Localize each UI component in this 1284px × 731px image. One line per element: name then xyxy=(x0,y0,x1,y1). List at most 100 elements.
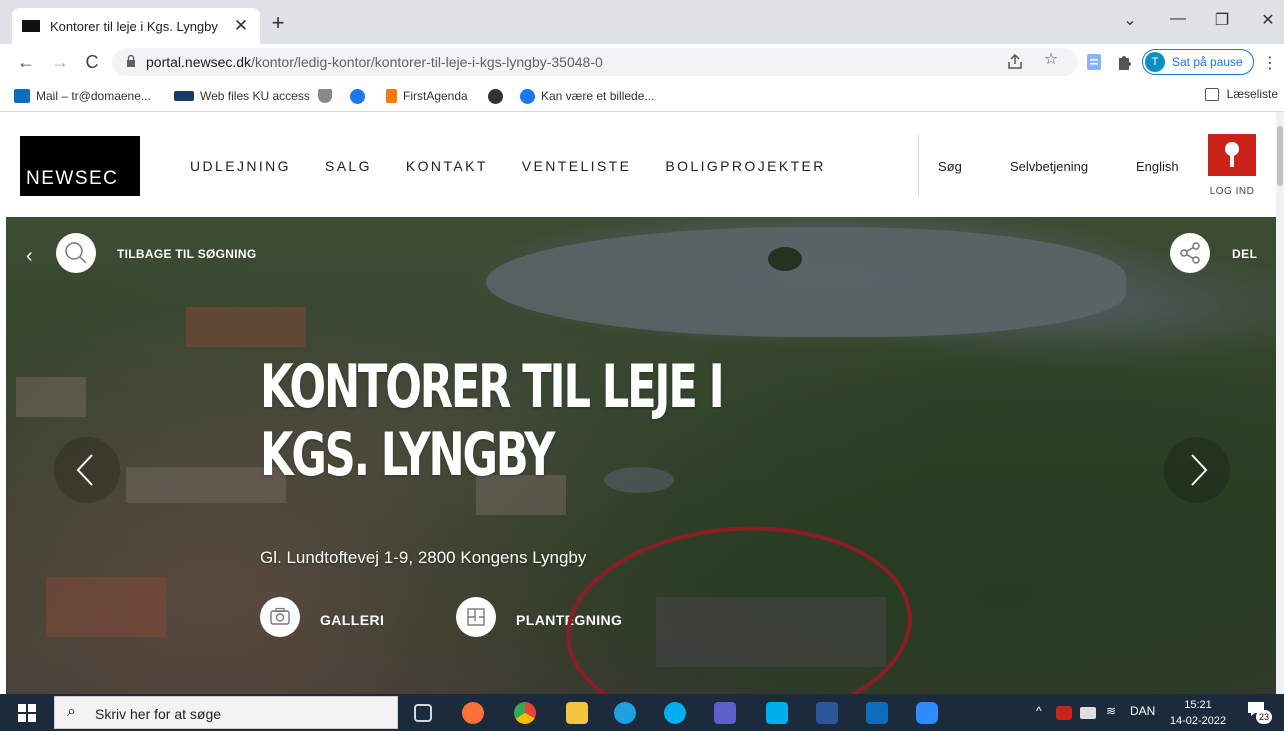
clock-date: 14-02-2022 xyxy=(1169,715,1227,727)
tab-search-chevron-icon[interactable]: ⌄ xyxy=(1118,10,1142,30)
tab-title: Kontorer til leje i Kgs. Lyngby xyxy=(50,18,218,34)
reading-list-button[interactable]: Læseliste xyxy=(1204,87,1278,101)
bookmark-firstagenda[interactable]: FirstAgenda xyxy=(386,87,468,105)
notification-center-button[interactable]: 23 xyxy=(1248,702,1272,724)
tray-app-icon[interactable] xyxy=(1056,706,1072,720)
facebook-icon xyxy=(520,88,535,104)
tab-close-icon[interactable]: ✕ xyxy=(232,16,250,36)
windows-start-icon[interactable] xyxy=(18,704,36,722)
taskbar-search-placeholder: Skriv her for at søge xyxy=(95,706,222,722)
floorplan-icon xyxy=(467,608,485,626)
task-view-icon[interactable] xyxy=(414,704,432,722)
firefox-icon[interactable] xyxy=(462,702,484,724)
ku-icon xyxy=(174,91,194,101)
battery-icon[interactable] xyxy=(1080,707,1096,719)
input-language[interactable]: DAN xyxy=(1130,704,1155,718)
nav-udlejning[interactable]: UDLEJNING xyxy=(190,158,291,174)
share-label[interactable]: DEL xyxy=(1232,247,1258,261)
newsec-favicon-icon xyxy=(22,20,40,32)
browser-tab[interactable]: Kontorer til leje i Kgs. Lyngby ✕ xyxy=(12,8,260,44)
share-button[interactable] xyxy=(1170,233,1210,273)
bookmark-github[interactable] xyxy=(488,87,509,105)
bookmark-mail[interactable]: Mail – tr@domaene... xyxy=(14,87,151,105)
lock-icon[interactable] xyxy=(126,54,136,68)
extensions-puzzle-icon[interactable] xyxy=(1116,53,1132,71)
window-close-button[interactable]: ✕ xyxy=(1256,10,1280,30)
document-extension-icon[interactable] xyxy=(1086,53,1102,71)
nav-kontakt[interactable]: KONTAKT xyxy=(406,158,488,174)
property-address: Gl. Lundtoftevej 1-9, 2800 Kongens Lyngb… xyxy=(260,548,587,567)
chevron-left-icon xyxy=(76,454,93,486)
header-divider xyxy=(918,134,919,196)
zoom-icon[interactable] xyxy=(916,702,938,724)
back-to-search-button[interactable] xyxy=(56,233,96,273)
back-to-search-label[interactable]: TILBAGE TIL SØGNING xyxy=(117,247,256,261)
bookmark-crest[interactable] xyxy=(318,87,338,105)
scrollbar-thumb[interactable] xyxy=(1277,126,1283,186)
bookmark-facebook[interactable] xyxy=(350,87,371,105)
nav-boligprojekter[interactable]: BOLIGPROJEKTER xyxy=(665,158,825,174)
notification-count-badge: 23 xyxy=(1256,710,1272,724)
site-header: NEWSEC UDLEJNING SALG KONTAKT VENTELISTE… xyxy=(0,112,1276,217)
system-clock[interactable]: 15:21 14-02-2022 xyxy=(1166,697,1230,729)
edge-icon[interactable] xyxy=(614,702,636,724)
bookmark-label: FirstAgenda xyxy=(403,89,468,103)
share-page-icon[interactable] xyxy=(1006,53,1024,71)
browser-menu-icon[interactable]: ⋮ xyxy=(1262,53,1278,73)
page-scrollbar[interactable] xyxy=(1276,112,1284,694)
skype-icon[interactable] xyxy=(664,702,686,724)
profile-button[interactable]: T Sat på pause xyxy=(1142,49,1254,75)
language-link[interactable]: English xyxy=(1136,159,1179,174)
url-path: /kontor/ledig-kontor/kontorer-til-leje-i… xyxy=(251,54,603,70)
bookmark-star-icon[interactable]: ☆ xyxy=(1040,49,1062,69)
tray-overflow-chevron-icon[interactable]: ^ xyxy=(1036,704,1042,718)
hero-image: ‹ TILBAGE TIL SØGNING DEL KONTORER TIL L… xyxy=(6,217,1276,694)
search-icon xyxy=(65,242,87,264)
taskbar-search-box[interactable]: ⌕ Skriv her for at søge xyxy=(54,696,398,729)
wifi-icon[interactable]: ≋ xyxy=(1106,704,1116,718)
nav-salg[interactable]: SALG xyxy=(325,158,372,174)
search-icon: ⌕ xyxy=(67,703,76,720)
windows-taskbar: ⌕ Skriv her for at søge ^ ≋ DAN 15:21 14… xyxy=(0,694,1284,731)
restore-button[interactable]: ❐ xyxy=(1210,10,1234,30)
gallery-label[interactable]: GALLERI xyxy=(320,612,384,628)
login-label[interactable]: LOG IND xyxy=(1202,186,1262,197)
facebook-icon xyxy=(350,88,365,104)
previous-image-button[interactable] xyxy=(54,437,120,503)
bookmark-label: Mail – tr@domaene... xyxy=(36,89,151,103)
github-icon xyxy=(488,88,503,104)
skype-notification-icon[interactable] xyxy=(766,702,788,724)
bookmark-facebook-post[interactable]: Kan være et billede... xyxy=(520,87,654,105)
newsec-logo[interactable]: NEWSEC xyxy=(20,136,140,196)
back-button[interactable]: ← xyxy=(14,51,38,73)
bookmarks-bar: Mail – tr@domaene... Web files KU access… xyxy=(0,80,1284,112)
chrome-icon[interactable] xyxy=(514,702,536,724)
browser-tab-strip: Kontorer til leje i Kgs. Lyngby ✕ + ⌄ — … xyxy=(0,0,1284,44)
site-search-link[interactable]: Søg xyxy=(938,159,962,174)
profile-avatar: T xyxy=(1145,52,1165,72)
share-icon xyxy=(1180,242,1200,264)
chevron-right-icon xyxy=(1191,454,1208,486)
self-service-link[interactable]: Selvbetjening xyxy=(1010,159,1088,174)
nav-venteliste[interactable]: VENTELISTE xyxy=(522,158,632,174)
gallery-button[interactable] xyxy=(260,597,300,637)
teams-icon[interactable] xyxy=(714,702,736,724)
reload-button[interactable]: C xyxy=(80,51,104,73)
floorplan-button[interactable] xyxy=(456,597,496,637)
crest-icon xyxy=(318,89,332,103)
new-tab-button[interactable]: + xyxy=(268,12,288,34)
outlook-icon[interactable] xyxy=(866,702,888,724)
next-image-button[interactable] xyxy=(1164,437,1230,503)
clock-time: 15:21 xyxy=(1184,699,1212,711)
login-button[interactable] xyxy=(1208,134,1256,176)
bookmark-label: Kan være et billede... xyxy=(541,89,655,103)
file-explorer-icon[interactable] xyxy=(566,702,588,724)
bookmark-ku-web-files[interactable]: Web files KU access xyxy=(174,87,310,105)
url-text: portal.newsec.dk/kontor/ledig-kontor/kon… xyxy=(146,54,603,70)
address-bar[interactable]: portal.newsec.dk/kontor/ledig-kontor/kon… xyxy=(112,48,1078,76)
forward-button[interactable]: → xyxy=(48,51,72,73)
word-icon[interactable] xyxy=(816,702,838,724)
back-chevron-icon[interactable]: ‹ xyxy=(26,245,33,268)
url-host: portal.newsec.dk xyxy=(146,54,252,70)
minimize-button[interactable]: — xyxy=(1166,10,1190,28)
